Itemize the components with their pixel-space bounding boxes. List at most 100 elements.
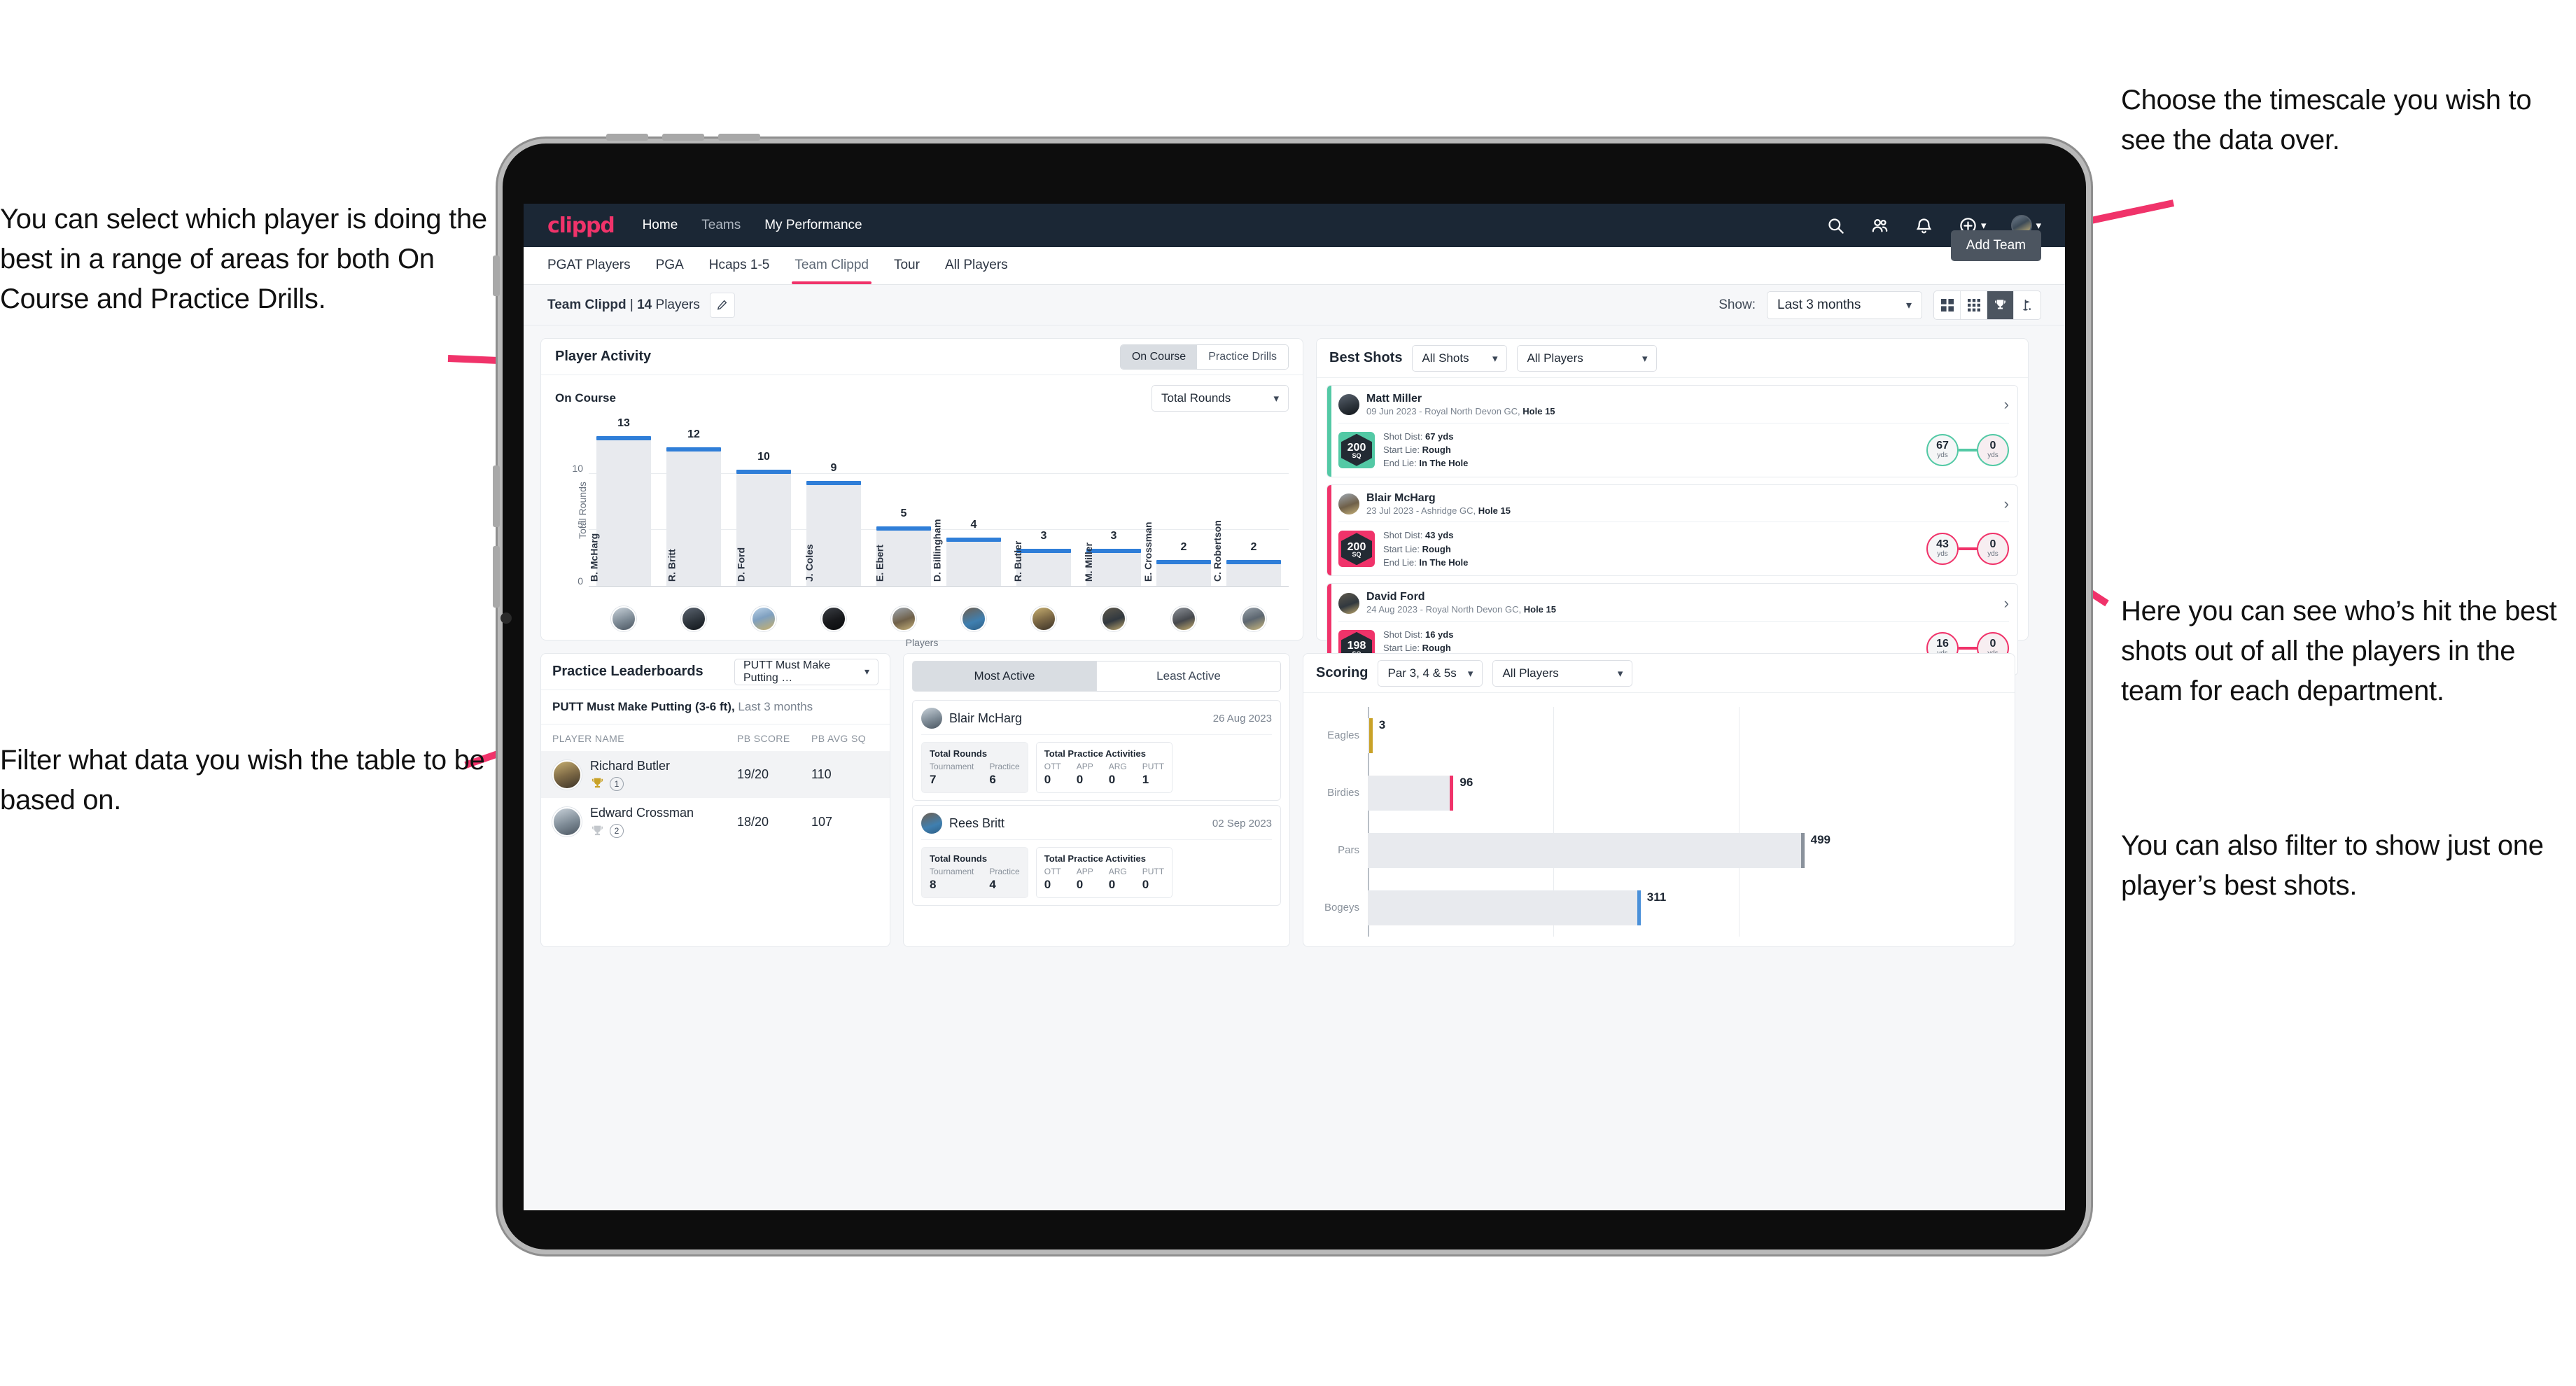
- scoring-bar[interactable]: 499: [1368, 832, 1830, 869]
- search-icon[interactable]: [1826, 216, 1845, 235]
- shot-start-unit: yds: [1937, 451, 1948, 459]
- view-golf-flag-button[interactable]: [2014, 291, 2040, 319]
- drill-select[interactable]: PUTT Must Make Putting … ▾: [734, 658, 878, 685]
- chart-bar-slot[interactable]: 3 R. Butler: [1009, 428, 1079, 586]
- tab-all-players[interactable]: All Players: [945, 248, 1008, 284]
- activity-entry[interactable]: Blair McHarg 26 Aug 2023 Total Rounds Tourn…: [912, 700, 1281, 801]
- chart-bar-slot[interactable]: 2 C. Robertson: [1212, 428, 1289, 586]
- tab-pgat-players[interactable]: PGAT Players: [547, 248, 631, 284]
- chart-bar[interactable]: 3 M. Miller: [1083, 530, 1141, 586]
- chart-bar-slot[interactable]: 3 M. Miller: [1079, 428, 1149, 586]
- chart-bar-slot[interactable]: 2 E. Crossman: [1142, 428, 1219, 586]
- scoring-bar[interactable]: 3: [1368, 718, 1385, 754]
- edit-team-button[interactable]: [709, 292, 735, 318]
- chart-bar-slot[interactable]: 10 D. Ford: [729, 428, 799, 586]
- tab-tour[interactable]: Tour: [894, 248, 920, 284]
- activity-subheader: On Course Total Rounds ▾: [541, 375, 1303, 412]
- tab-hcaps-1-5[interactable]: Hcaps 1-5: [709, 248, 770, 284]
- chart-bar-slot[interactable]: 12 R. Britt: [659, 428, 729, 586]
- chart-bar-slot[interactable]: 4 D. Billingham: [931, 428, 1009, 586]
- team-label: Team Clippd | 14 Players: [547, 298, 700, 313]
- avatar[interactable]: [1338, 394, 1359, 416]
- segment-on-course[interactable]: On Course: [1120, 344, 1198, 369]
- chart-bar[interactable]: 5 E. Ebert: [874, 507, 931, 586]
- view-trophy-button[interactable]: [1987, 290, 2014, 319]
- people-icon[interactable]: [1870, 216, 1889, 235]
- scoring-bar-row[interactable]: Eagles 3: [1327, 718, 1925, 754]
- chart-avatar-slot: [1079, 606, 1149, 631]
- chart-bar[interactable]: 2 C. Robertson: [1212, 520, 1281, 586]
- chart-bar[interactable]: 2 E. Crossman: [1142, 522, 1211, 586]
- avatar[interactable]: [921, 813, 942, 834]
- avatar[interactable]: [1101, 606, 1126, 631]
- best-shots-player-select[interactable]: All Players ▾: [1517, 344, 1658, 372]
- chart-bar[interactable]: 9 J. Coles: [804, 462, 861, 586]
- chart-bar[interactable]: 10 D. Ford: [736, 451, 791, 586]
- timescale-select[interactable]: Last 3 months ▾: [1767, 290, 1922, 319]
- column-pb-avg-sq: PB AVG SQ: [811, 733, 867, 744]
- shot-meta: 23 Jul 2023 - Ashridge GC, Hole 15: [1366, 505, 1511, 516]
- tab-pga[interactable]: PGA: [656, 248, 684, 284]
- chart-bar-slot[interactable]: 5 E. Ebert: [869, 428, 939, 586]
- activity-entry[interactable]: Rees Britt 02 Sep 2023 Total Rounds Tournam…: [912, 805, 1281, 906]
- nav-link-my-performance[interactable]: My Performance: [764, 218, 862, 233]
- practice-activities-cols: OTT 0 APP 0 ARG 0 PUTT 1: [1044, 762, 1164, 787]
- practice-leaderboards-header: Practice Leaderboards PUTT Must Make Put…: [541, 654, 890, 690]
- chart-bar-slot[interactable]: 9 J. Coles: [799, 428, 869, 586]
- trophy-icon: [592, 778, 603, 788]
- clippd-logo[interactable]: clippd: [547, 214, 615, 238]
- chevron-right-icon[interactable]: ›: [2004, 594, 2009, 612]
- view-grid-2x2-button[interactable]: [1934, 290, 1961, 319]
- view-grid-3x3-button[interactable]: [1961, 290, 1987, 319]
- avatar[interactable]: [552, 760, 582, 790]
- add-team-button[interactable]: Add Team: [1950, 230, 2041, 261]
- avatar[interactable]: [961, 606, 986, 631]
- avatar[interactable]: [1338, 493, 1359, 515]
- shot-distance-viz: 43 yds 0 yds: [1926, 533, 2009, 566]
- scoring-bar[interactable]: 96: [1368, 775, 1473, 811]
- tab-team-clippd[interactable]: Team Clippd: [792, 248, 872, 284]
- avatar[interactable]: [1171, 606, 1196, 631]
- chevron-right-icon[interactable]: ›: [2004, 396, 2009, 414]
- chevron-right-icon[interactable]: ›: [2004, 495, 2009, 513]
- chart-x-axis-label: Players: [905, 637, 939, 648]
- table-row[interactable]: Richard Butler 1 19/20 110: [541, 751, 890, 799]
- best-shot-item[interactable]: Blair McHarg 23 Jul 2023 - Ashridge GC, H…: [1326, 484, 2018, 577]
- bell-icon[interactable]: [1914, 216, 1933, 235]
- practice-leaderboards-card: Practice Leaderboards PUTT Must Make Put…: [540, 653, 890, 947]
- chart-bar[interactable]: 12 R. Britt: [666, 428, 721, 586]
- tab-most-active[interactable]: Most Active: [912, 661, 1097, 692]
- trophy-icon: [1995, 300, 2005, 309]
- avatar[interactable]: [751, 606, 776, 631]
- avatar[interactable]: [821, 606, 846, 631]
- scoring-player-select[interactable]: All Players ▾: [1492, 659, 1633, 687]
- table-row[interactable]: Edward Crossman 2 18/20 107: [541, 798, 890, 845]
- chart-bar[interactable]: 4 D. Billingham: [931, 519, 1001, 586]
- scoring-bar-row[interactable]: Pars 499: [1338, 832, 1925, 869]
- nav-link-home[interactable]: Home: [643, 218, 678, 233]
- nav-link-teams[interactable]: Teams: [701, 218, 741, 233]
- scoring-bar-row[interactable]: Birdies 96: [1327, 775, 1925, 811]
- chart-avatar-slot: [659, 606, 729, 631]
- tab-least-active[interactable]: Least Active: [1097, 661, 1281, 692]
- chart-bar-slot[interactable]: 13 B. McHarg: [588, 417, 659, 586]
- avatar[interactable]: [1031, 606, 1056, 631]
- avatar[interactable]: [891, 606, 916, 631]
- best-shot-item[interactable]: Matt Miller 09 Jun 2023 - Royal North Dev…: [1326, 385, 2018, 477]
- avatar[interactable]: [681, 606, 706, 631]
- par-filter-select[interactable]: Par 3, 4 & 5s ▾: [1378, 659, 1483, 687]
- metric-select[interactable]: Total Rounds ▾: [1152, 385, 1289, 412]
- scoring-bar[interactable]: 311: [1368, 890, 1666, 926]
- shot-type-select[interactable]: All Shots ▾: [1412, 344, 1508, 372]
- avatar[interactable]: [611, 606, 636, 631]
- avatar[interactable]: [552, 807, 582, 837]
- chart-bar[interactable]: 13 B. McHarg: [588, 417, 651, 586]
- avatar[interactable]: [1241, 606, 1266, 631]
- segment-practice-drills[interactable]: Practice Drills: [1197, 344, 1288, 369]
- shot-body: 200 SQ Shot Dist: 43 yds Start Lie: Rough En…: [1338, 522, 2009, 569]
- chart-bar[interactable]: 3 R. Butler: [1012, 530, 1071, 586]
- avatar[interactable]: [1338, 592, 1359, 614]
- scoring-bar-row[interactable]: Bogeys 311: [1324, 890, 1925, 926]
- avatar[interactable]: [921, 708, 942, 729]
- chart-y-tick: 10: [572, 462, 583, 474]
